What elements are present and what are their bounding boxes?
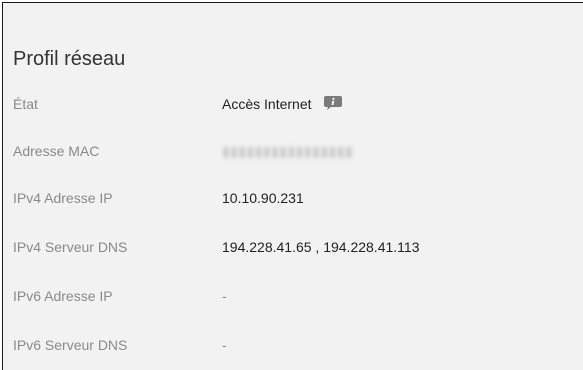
mac-address-blurred: ▮▮▮▮▮▮▮▮▮▮▮▮▮▮▮▮ — [222, 143, 354, 159]
mac-address-label: Adresse MAC — [13, 143, 100, 159]
row-ipv6-address: IPv6 Adresse IP - — [13, 285, 573, 307]
network-profile-panel: Profil réseau État Accès Internet Adress… — [2, 2, 583, 370]
status-label: État — [13, 96, 38, 112]
row-status: État Accès Internet — [13, 93, 573, 115]
ipv4-dns-value: 194.228.41.65 , 194.228.41.113 — [222, 239, 420, 255]
row-ipv6-dns: IPv6 Serveur DNS - — [13, 334, 573, 356]
mac-address-value: ▮▮▮▮▮▮▮▮▮▮▮▮▮▮▮▮ — [222, 140, 353, 162]
section-title: Profil réseau — [13, 48, 126, 70]
info-icon[interactable] — [323, 95, 343, 111]
ipv6-address-value: - — [222, 288, 227, 304]
row-mac-address: Adresse MAC ▮▮▮▮▮▮▮▮▮▮▮▮▮▮▮▮ — [13, 140, 573, 162]
status-value: Accès Internet — [222, 96, 312, 112]
ipv6-dns-value: - — [222, 337, 227, 353]
ipv6-address-label: IPv6 Adresse IP — [13, 288, 113, 304]
ipv4-address-value: 10.10.90.231 — [222, 190, 304, 206]
ipv4-address-label: IPv4 Adresse IP — [13, 190, 113, 206]
ipv4-dns-label: IPv4 Serveur DNS — [13, 239, 128, 255]
row-ipv4-address: IPv4 Adresse IP 10.10.90.231 — [13, 187, 573, 209]
ipv6-dns-label: IPv6 Serveur DNS — [13, 337, 128, 353]
status-value-container: Accès Internet — [222, 93, 343, 115]
row-ipv4-dns: IPv4 Serveur DNS 194.228.41.65 , 194.228… — [13, 236, 573, 258]
